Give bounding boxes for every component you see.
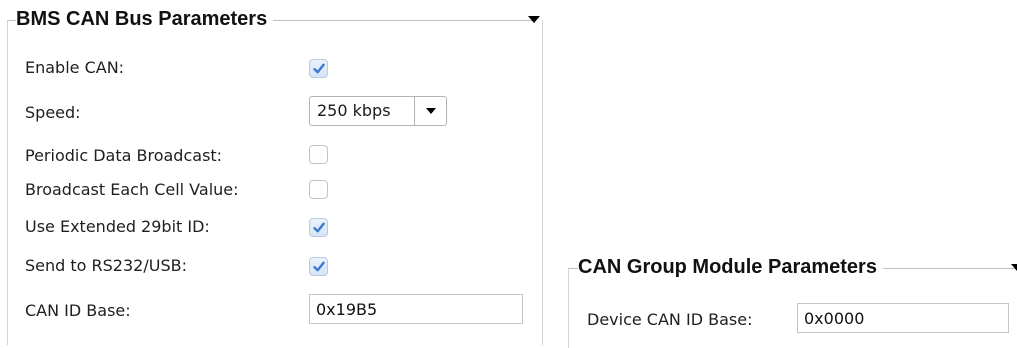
can-group-module-title: CAN Group Module Parameters [578, 255, 883, 279]
enable-can-checkbox[interactable] [309, 59, 328, 78]
speed-label: Speed: [25, 103, 81, 122]
bms-can-group-title: BMS CAN Bus Parameters [16, 7, 274, 31]
checkmark-icon [313, 222, 325, 233]
send-rs232-checkbox[interactable] [309, 257, 328, 276]
chevron-down-icon[interactable] [528, 16, 540, 23]
extended-id-label: Use Extended 29bit ID: [25, 217, 210, 236]
can-id-base-label: CAN ID Base: [25, 301, 131, 320]
speed-select[interactable]: 250 kbps [309, 96, 447, 126]
broadcast-cell-checkbox[interactable] [309, 180, 328, 199]
periodic-broadcast-checkbox[interactable] [309, 145, 328, 164]
broadcast-cell-label: Broadcast Each Cell Value: [25, 180, 239, 199]
periodic-broadcast-label: Periodic Data Broadcast: [25, 146, 223, 165]
speed-select-divider [414, 97, 415, 125]
device-can-id-base-label: Device CAN ID Base: [587, 310, 753, 329]
dropdown-arrow-icon[interactable] [426, 108, 436, 114]
send-rs232-label: Send to RS232/USB: [25, 256, 187, 275]
speed-select-value: 250 kbps [317, 101, 391, 120]
enable-can-label: Enable CAN: [25, 58, 125, 77]
device-can-id-base-input[interactable] [797, 303, 1009, 333]
checkmark-icon [313, 261, 325, 272]
chevron-down-icon[interactable] [1011, 264, 1017, 271]
checkmark-icon [313, 63, 325, 74]
extended-id-checkbox[interactable] [309, 218, 328, 237]
can-id-base-input[interactable] [309, 294, 523, 324]
